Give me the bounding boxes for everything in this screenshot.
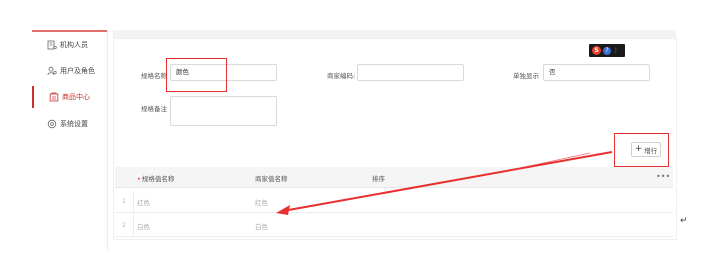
annotation-arrow	[276, 151, 613, 215]
paragraph-mark: ↵	[680, 216, 688, 226]
